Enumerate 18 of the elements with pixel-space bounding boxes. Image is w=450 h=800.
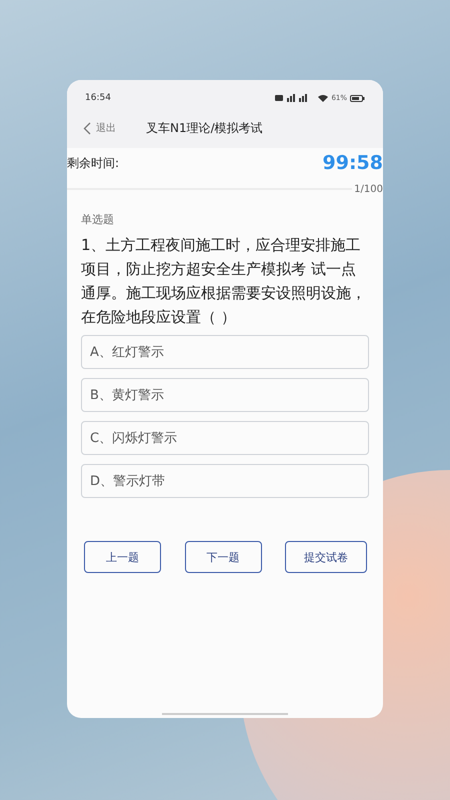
battery-icon (350, 94, 365, 102)
wifi-icon (318, 94, 328, 102)
exam-button[interactable]: 上一题 (84, 541, 161, 573)
exam-button[interactable]: 提交试卷 (285, 541, 367, 573)
page-title: 叉车N1理论/模拟考试 (146, 120, 263, 136)
back-button[interactable]: 退出 (83, 121, 116, 135)
question-type: 单选题 (81, 212, 115, 227)
chevron-left-icon (83, 122, 91, 134)
answer-option[interactable]: D、警示灯带 (81, 464, 369, 498)
timer-label: 剩余时间: (67, 154, 120, 172)
progress-text: 1/100 (354, 184, 383, 194)
exam-button[interactable]: 下一题 (184, 541, 262, 573)
status-time: 16:54 (85, 93, 111, 103)
question-text: 1、土方工程夜间施工时，应合理安排施工项目，防止挖方超安全生产模拟考 试一点通厚。施工现场应根据需要安设照明设施，在危险地段应设置（ ） (81, 235, 367, 328)
timer-value: 99:58 (322, 152, 383, 174)
answer-option[interactable]: A、红灯警示 (81, 335, 369, 369)
answer-option[interactable]: C、闪烁灯警示 (81, 421, 369, 455)
answer-option[interactable]: B、黄灯警示 (81, 378, 369, 412)
